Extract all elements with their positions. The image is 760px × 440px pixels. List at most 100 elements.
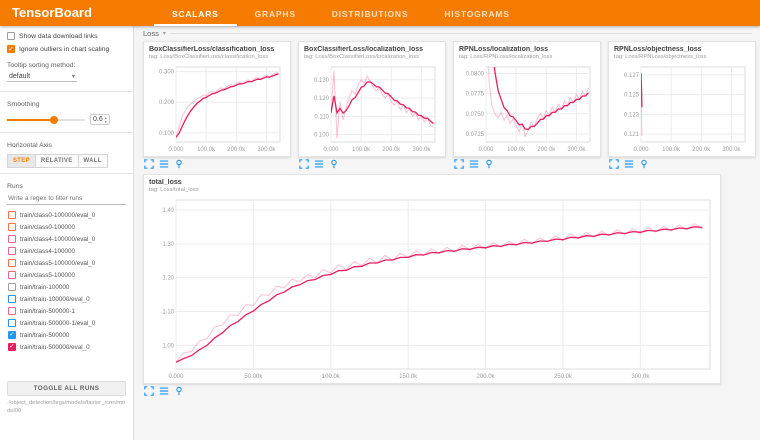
expand-icon[interactable]	[144, 159, 154, 169]
axis-relative-button[interactable]: RELATIVE	[36, 154, 79, 168]
chart-canvas[interactable]: 0.1210.1230.1250.1270.000100.0k200.0k300…	[614, 62, 750, 154]
runs-filter-input[interactable]	[7, 193, 126, 205]
pin-icon[interactable]	[639, 159, 649, 169]
show-download-links-checkbox[interactable]: Show data download links	[7, 32, 126, 40]
run-selector-icon[interactable]	[159, 159, 169, 169]
run-item[interactable]: ✓ train/train-500000	[7, 329, 126, 341]
run-item[interactable]: ✓ train/train-500000/eval_0	[7, 341, 126, 353]
run-item[interactable]: train/class4-100000	[7, 245, 126, 257]
axis-wall-button[interactable]: WALL	[79, 154, 108, 168]
chart-block-classification-loss: BoxClassifierLoss/classification_loss ta…	[143, 41, 291, 170]
run-label: train/train-500000	[20, 332, 69, 339]
run-checkbox[interactable]	[8, 259, 16, 267]
tab-graphs[interactable]: GRAPHS	[237, 0, 314, 26]
svg-text:0.130: 0.130	[314, 78, 330, 84]
svg-text:0.0775: 0.0775	[466, 92, 485, 98]
run-checkbox[interactable]	[8, 271, 16, 279]
chart-card: BoxClassifierLoss/localization_loss tag:…	[298, 41, 446, 157]
svg-text:0.123: 0.123	[624, 112, 640, 118]
chart-block-objectness-loss: RPNLoss/objectness_loss tag: Loss/RPNLos…	[608, 41, 756, 170]
chart-canvas[interactable]: 0.1000.1100.1200.1300.000100.0k200.0k300…	[304, 62, 440, 154]
run-selector-icon[interactable]	[624, 159, 634, 169]
run-checkbox[interactable]	[8, 211, 16, 219]
run-item[interactable]: train/train-500000-1/eval_0	[7, 317, 126, 329]
run-item[interactable]: train/class5-100000	[7, 269, 126, 281]
run-item[interactable]: train/class0-100000/eval_0	[7, 209, 126, 221]
tooltip-sort-dropdown[interactable]: default ▾	[7, 72, 77, 82]
tooltip-sort-value: default	[9, 73, 30, 80]
svg-text:0.120: 0.120	[314, 96, 330, 102]
chart-tag: tag: Loss/BoxClassifierLoss/classificati…	[149, 54, 285, 60]
run-checkbox[interactable]	[8, 295, 16, 303]
svg-text:50.00k: 50.00k	[244, 374, 263, 380]
chart-title: total_loss	[149, 179, 715, 186]
chart-title: RPNLoss/localization_loss	[459, 46, 595, 53]
run-checkbox[interactable]	[8, 235, 16, 243]
svg-text:1.10: 1.10	[162, 310, 174, 316]
smoothing-slider[interactable]	[7, 119, 85, 121]
pin-icon[interactable]	[174, 159, 184, 169]
loss-section-header[interactable]: Loss ▾	[143, 29, 752, 38]
run-label: train/class4-100000	[20, 248, 75, 255]
pin-icon[interactable]	[329, 159, 339, 169]
chart-canvas[interactable]: 0.07250.07500.07750.08000.000100.0k200.0…	[459, 62, 595, 154]
pin-icon[interactable]	[484, 159, 494, 169]
toggle-all-runs-button[interactable]: TOGGLE ALL RUNS	[7, 381, 126, 396]
run-item[interactable]: train/class5-100000/eval_0	[7, 257, 126, 269]
run-item[interactable]: train/train-500000-1	[7, 305, 126, 317]
ignore-outliers-checkbox[interactable]: ✓ Ignore outliers in chart scaling	[7, 45, 126, 53]
svg-text:200.0k: 200.0k	[692, 147, 711, 153]
pin-icon[interactable]	[174, 386, 184, 396]
run-selector-icon[interactable]	[314, 159, 324, 169]
chart-tag: tag: Loss/RPNLoss/localization_loss	[459, 54, 595, 60]
run-checkbox[interactable]	[8, 319, 16, 327]
chart-tag: tag: Loss/RPNLoss/objectness_loss	[614, 54, 750, 60]
axis-step-button[interactable]: STEP	[7, 154, 36, 168]
slider-fill	[7, 119, 54, 121]
runs-list[interactable]: train/class0-100000/eval_0 train/class0-…	[7, 209, 126, 377]
chart-title: BoxClassifierLoss/classification_loss	[149, 46, 285, 53]
app-title: TensorBoard	[0, 0, 106, 26]
divider	[170, 33, 752, 34]
smoothing-value-input[interactable]: 0.6 ▴▾	[90, 114, 110, 125]
run-checkbox[interactable]	[8, 307, 16, 315]
chevron-down-icon: ▾	[163, 30, 166, 37]
expand-icon[interactable]	[609, 159, 619, 169]
run-item[interactable]: train/train-100000/eval_0	[7, 293, 126, 305]
run-checkbox[interactable]	[8, 223, 16, 231]
tab-histograms[interactable]: HISTOGRAMS	[426, 0, 527, 26]
run-item[interactable]: train/train-100000	[7, 281, 126, 293]
svg-text:100.0k: 100.0k	[352, 147, 371, 153]
smoothing-label: Smoothing	[7, 101, 126, 108]
svg-text:100.0k: 100.0k	[507, 147, 526, 153]
tensorboard-app: TensorBoard SCALARS GRAPHS DISTRIBUTIONS…	[0, 0, 760, 440]
tab-scalars[interactable]: SCALARS	[154, 0, 237, 26]
expand-icon[interactable]	[454, 159, 464, 169]
svg-text:0.000: 0.000	[633, 147, 649, 153]
run-checkbox[interactable]	[8, 247, 16, 255]
chart-card: RPNLoss/localization_loss tag: Loss/RPNL…	[453, 41, 601, 157]
chart-canvas[interactable]: 0.1000.2000.3000.000100.0k200.0k300.0k	[149, 62, 285, 154]
run-selector-icon[interactable]	[159, 386, 169, 396]
chevron-down-icon: ▾	[72, 73, 75, 80]
spinner-arrows-icon[interactable]: ▴▾	[105, 116, 107, 123]
checkbox-icon[interactable]	[7, 32, 15, 40]
tab-distributions[interactable]: DISTRIBUTIONS	[314, 0, 427, 26]
chart-canvas[interactable]: 1.001.101.201.301.400.00050.00k100.0k150…	[149, 195, 715, 381]
smoothing-value: 0.6	[93, 116, 103, 123]
expand-icon[interactable]	[299, 159, 309, 169]
chart-tag: tag: Loss/total_loss	[149, 187, 715, 193]
run-item[interactable]: train/class4-100000/eval_0	[7, 233, 126, 245]
run-item[interactable]: train/class0-100000	[7, 221, 126, 233]
run-checkbox[interactable]	[8, 283, 16, 291]
chart-title: RPNLoss/objectness_loss	[614, 46, 750, 53]
run-selector-icon[interactable]	[469, 159, 479, 169]
expand-icon[interactable]	[144, 386, 154, 396]
checkbox-icon[interactable]: ✓	[7, 45, 15, 53]
app-header: TensorBoard SCALARS GRAPHS DISTRIBUTIONS…	[0, 0, 760, 26]
run-checkbox[interactable]: ✓	[8, 343, 16, 351]
run-checkbox[interactable]: ✓	[8, 331, 16, 339]
slider-thumb[interactable]	[50, 116, 58, 124]
svg-text:200.0k: 200.0k	[537, 147, 556, 153]
chart-block-rpn-localization-loss: RPNLoss/localization_loss tag: Loss/RPNL…	[453, 41, 601, 170]
